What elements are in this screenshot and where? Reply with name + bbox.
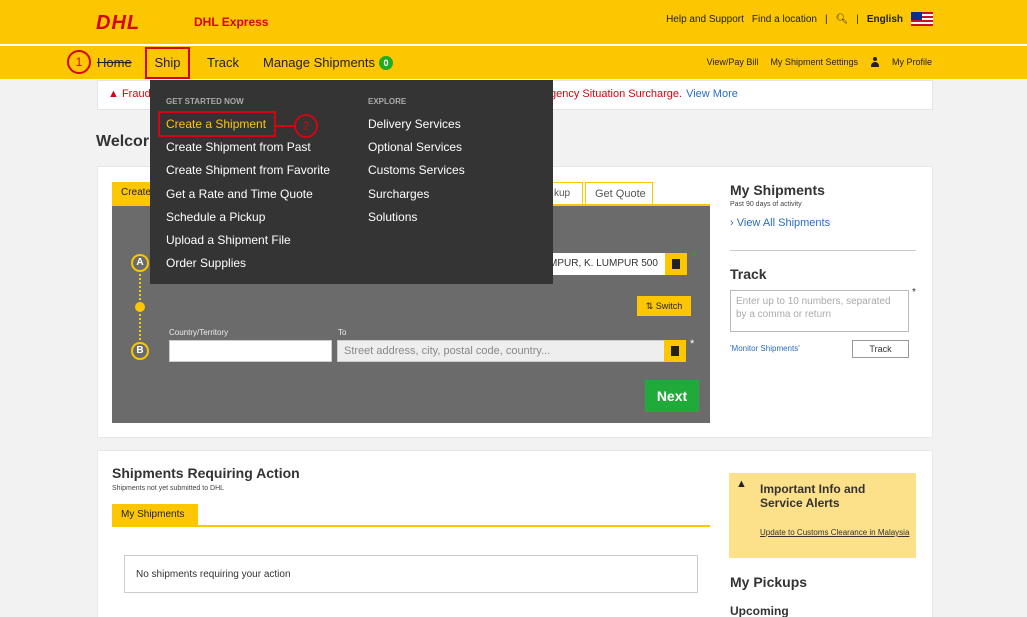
menu-heading-get-started: GET STARTED NOW — [166, 97, 244, 106]
next-button[interactable]: Next — [645, 380, 699, 412]
menu-item-order-supplies[interactable]: Order Supplies — [166, 256, 330, 279]
switch-label: Switch — [655, 301, 683, 311]
user-icon — [870, 57, 880, 67]
origin-marker: A — [131, 254, 149, 272]
menu-column-explore: Delivery Services Optional Services Cust… — [368, 117, 465, 233]
menu-item-solutions[interactable]: Solutions — [368, 210, 465, 233]
menu-item-surcharges[interactable]: Surcharges — [368, 187, 465, 210]
tab-my-shipments[interactable]: My Shipments — [112, 504, 198, 526]
fraud-alert[interactable]: ▲ Fraud — [108, 88, 151, 100]
to-address-input[interactable]: Street address, city, postal code, count… — [337, 340, 665, 362]
brand-name: DHL Express — [194, 15, 269, 29]
annotation-step-1: 1 — [67, 50, 91, 74]
menu-item-customs-services[interactable]: Customs Services — [368, 163, 465, 186]
empty-state-message: No shipments requiring your action — [124, 555, 698, 593]
nav-manage-label: Manage Shipments — [263, 55, 376, 70]
annotation-step-2: 2 — [294, 114, 318, 138]
view-more-link[interactable]: View More — [686, 88, 738, 100]
destination-marker: B — [131, 342, 149, 360]
tab-underline — [112, 525, 710, 527]
nav-home[interactable]: Home — [97, 55, 132, 70]
tab-get-quote[interactable]: Get Quote — [585, 182, 653, 204]
nav-manage-shipments[interactable]: Manage Shipments 0 — [263, 55, 394, 70]
my-profile-link[interactable]: My Profile — [892, 57, 932, 67]
divider: | — [824, 13, 828, 25]
view-all-shipments-label: View All Shipments — [736, 217, 831, 229]
country-label: Country/Territory — [169, 328, 229, 337]
count-badge: 0 — [379, 56, 394, 70]
view-all-shipments-link[interactable]: › View All Shipments — [730, 217, 830, 229]
annotation-connector — [276, 125, 294, 127]
search-icon[interactable]: 🔍︎ — [836, 14, 849, 25]
menu-item-create-from-past[interactable]: Create Shipment from Past — [166, 140, 330, 163]
shipments-requiring-action-title: Shipments Requiring Action — [112, 465, 300, 481]
to-label: To — [338, 328, 347, 337]
tracking-numbers-input[interactable]: Enter up to 10 numbers, separated by a c… — [730, 290, 909, 332]
nav-ship[interactable]: Ship — [145, 47, 190, 79]
service-alerts-title: Important Info and Service Alerts — [760, 482, 866, 510]
menu-column-get-started: Create a Shipment Create Shipment from P… — [166, 117, 330, 279]
my-shipments-title: My Shipments — [730, 182, 825, 198]
customs-clearance-link[interactable]: Update to Customs Clearance in Malaysia — [760, 527, 910, 539]
required-marker: * — [912, 287, 916, 298]
menu-item-optional-services[interactable]: Optional Services — [368, 140, 465, 163]
track-title: Track — [730, 266, 767, 282]
menu-heading-explore: EXPLORE — [368, 97, 407, 106]
surcharge-alert-text: gency Situation Surcharge. — [550, 88, 683, 100]
divider: | — [856, 13, 859, 25]
shipments-requiring-action-subtitle: Shipments not yet submitted to DHL — [112, 485, 225, 492]
menu-item-delivery-services[interactable]: Delivery Services — [368, 117, 465, 140]
divider — [730, 250, 916, 251]
find-location-link[interactable]: Find a location — [752, 14, 817, 25]
language-selector[interactable]: English — [867, 14, 903, 25]
menu-item-rate-time-quote[interactable]: Get a Rate and Time Quote — [166, 187, 330, 210]
view-pay-bill-link[interactable]: View/Pay Bill — [707, 57, 759, 67]
menu-item-schedule-pickup[interactable]: Schedule a Pickup — [166, 210, 330, 233]
warning-icon: ▲ — [736, 478, 747, 490]
my-shipments-subtitle: Past 90 days of activity — [730, 201, 802, 208]
tab-create[interactable]: Create — [112, 182, 152, 204]
menu-item-upload-shipment-file[interactable]: Upload a Shipment File — [166, 233, 330, 256]
check-icon: ✓ — [691, 249, 700, 260]
address-book-icon[interactable] — [665, 253, 687, 275]
nav-track[interactable]: Track — [207, 55, 239, 70]
menu-item-create-from-favorite[interactable]: Create Shipment from Favorite — [166, 163, 330, 186]
route-dot — [135, 302, 145, 312]
upcoming-label: Upcoming — [730, 604, 789, 617]
main-nav: Home Ship Track Manage Shipments 0 View/P… — [0, 44, 1027, 79]
required-marker: * — [690, 338, 695, 350]
menu-item-create-shipment-highlighted[interactable]: Create a Shipment — [158, 111, 276, 137]
shipment-settings-link[interactable]: My Shipment Settings — [770, 57, 858, 67]
country-input[interactable] — [169, 340, 332, 362]
fraud-alert-text: Fraud — [121, 88, 151, 100]
top-links: Help and Support Find a location | 🔍︎ | … — [666, 12, 933, 26]
monitor-shipments-link[interactable]: 'Monitor Shipments' — [730, 344, 800, 353]
switch-button[interactable]: ⇅ Switch — [637, 296, 691, 316]
malaysia-flag-icon[interactable] — [911, 12, 933, 26]
help-support-link[interactable]: Help and Support — [666, 14, 744, 25]
my-pickups-title: My Pickups — [730, 574, 808, 590]
nav-right-links: View/Pay Bill My Shipment Settings My Pr… — [707, 57, 932, 67]
dhl-logo[interactable]: DHL — [96, 12, 140, 35]
track-button[interactable]: Track — [852, 340, 909, 358]
surcharge-alert: gency Situation Surcharge. View More — [550, 88, 738, 100]
top-header: DHL DHL Express Help and Support Find a … — [0, 0, 1027, 44]
welcome-heading: Welcor — [96, 133, 150, 150]
address-book-icon[interactable] — [664, 340, 686, 362]
